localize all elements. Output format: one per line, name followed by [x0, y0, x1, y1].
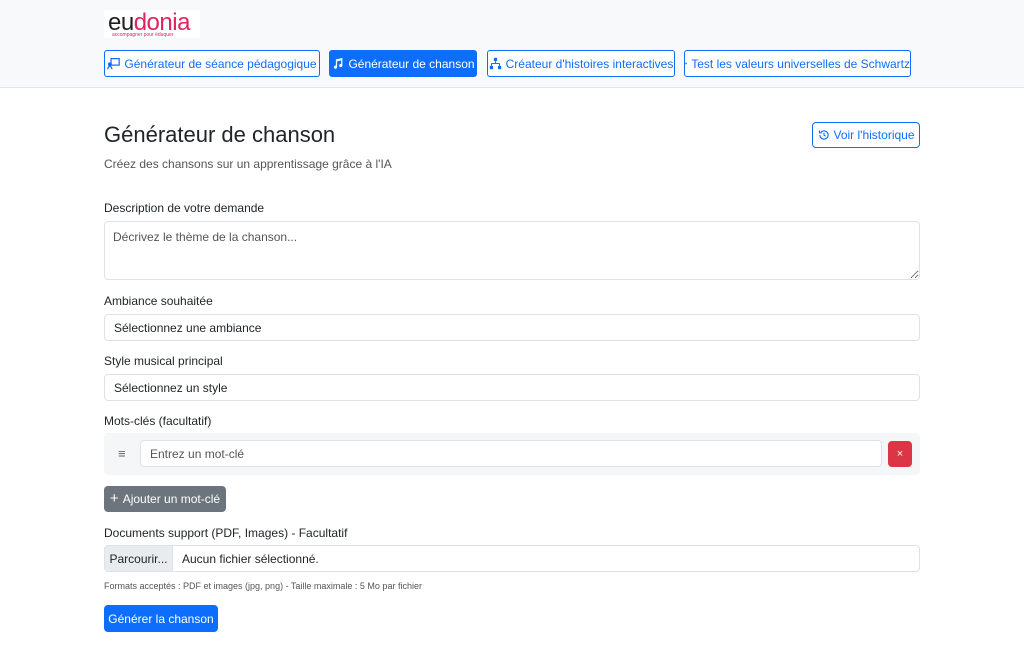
remove-keyword-button[interactable]: ×	[888, 441, 912, 467]
mood-label: Ambiance souhaitée	[104, 294, 213, 308]
close-icon: ×	[896, 448, 904, 460]
description-textarea[interactable]	[104, 221, 920, 280]
nav-test-schwartz[interactable]: Test les valeurs universelles de Schwart…	[684, 50, 911, 77]
generate-song-button[interactable]: Générer la chanson	[104, 605, 218, 632]
browse-button[interactable]: Parcourir...	[105, 546, 173, 571]
drag-handle-icon[interactable]: ≡	[118, 446, 126, 461]
style-select[interactable]: Sélectionnez un style	[104, 374, 920, 401]
view-history-label: Voir l'historique	[833, 128, 915, 142]
page-title: Générateur de chanson	[104, 122, 336, 147]
page-subtitle: Créez des chansons sur un apprentissage …	[104, 157, 392, 171]
description-label: Description de votre demande	[104, 201, 265, 215]
add-keyword-button[interactable]: + Ajouter un mot-clé	[104, 486, 226, 512]
view-history-button[interactable]: Voir l'historique	[812, 122, 920, 148]
keywords-label: Mots-clés (facultatif)	[104, 414, 212, 428]
nav-seance-pedagogique[interactable]: Générateur de séance pédagogique	[104, 50, 320, 77]
nav-item-label: Générateur de chanson	[348, 56, 475, 71]
eudonia-logo[interactable]: eudonia accompagner pour éduquer	[104, 10, 200, 38]
nav-histoires-interactives[interactable]: Créateur d'histoires interactives	[487, 50, 675, 77]
mood-select-value: Sélectionnez une ambiance	[114, 320, 262, 335]
nav-item-label: Créateur d'histoires interactives	[505, 56, 674, 71]
browse-label: Parcourir...	[109, 551, 168, 566]
nav-item-label: Générateur de séance pédagogique	[124, 56, 317, 71]
documents-help-text: Formats acceptés : PDF et images (jpg, p…	[104, 581, 422, 591]
nav-generateur-chanson[interactable]: Générateur de chanson	[329, 50, 477, 77]
keyword-input[interactable]	[140, 440, 882, 467]
history-icon	[818, 130, 829, 140]
generate-song-label: Générer la chanson	[108, 611, 214, 626]
nav-item-label: Test les valeurs universelles de Schwart…	[691, 56, 910, 71]
documents-label: Documents support (PDF, Images) - Facult…	[104, 526, 348, 540]
file-status: Aucun fichier sélectionné.	[182, 551, 319, 566]
file-input[interactable]: Parcourir... Aucun fichier sélectionné.	[104, 545, 920, 572]
music-note-icon	[334, 57, 343, 69]
top-bar: eudonia accompagner pour éduquer Générat…	[0, 0, 1024, 88]
box-icon	[685, 62, 688, 65]
keyword-row: ≡ ×	[104, 433, 920, 475]
logo-tagline: accompagner pour éduquer	[112, 32, 174, 38]
style-label: Style musical principal	[104, 354, 223, 368]
add-keyword-label: Ajouter un mot-clé	[122, 492, 221, 506]
plus-icon: +	[109, 490, 119, 507]
teacher-board-icon	[107, 58, 121, 70]
style-select-value: Sélectionnez un style	[114, 380, 228, 395]
diagram-icon	[489, 57, 501, 70]
mood-select[interactable]: Sélectionnez une ambiance	[104, 314, 920, 341]
